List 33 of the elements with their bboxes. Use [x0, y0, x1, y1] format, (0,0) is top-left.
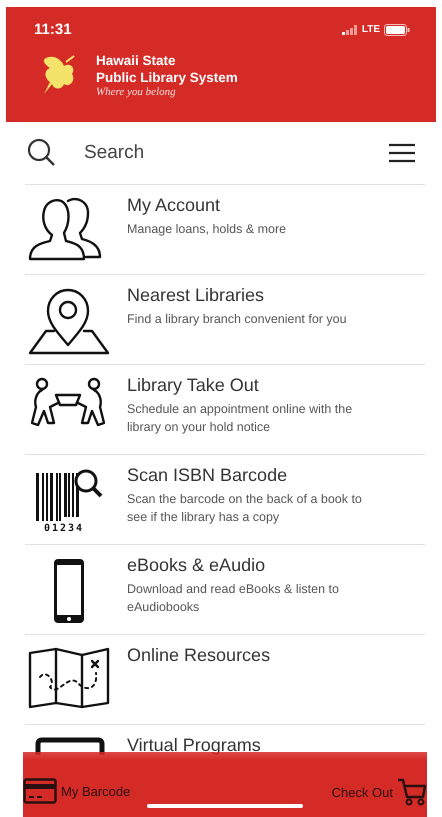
screen-icon — [35, 737, 105, 755]
menu-item-title: Nearest Libraries — [127, 285, 266, 306]
menu-item-title: Virtual Programs — [127, 735, 261, 756]
menu-item[interactable]: Online Resources — [25, 634, 425, 724]
tagline: Where you belong — [96, 86, 177, 98]
network-label: LTE — [362, 24, 380, 35]
menu-item-description: Manage loans, holds & more — [127, 221, 286, 238]
signal-icon — [342, 24, 358, 34]
check-out-button[interactable]: Check Out — [332, 778, 427, 806]
battery-icon — [384, 24, 410, 36]
menu-item-description: Find a library branch convenient for you — [127, 311, 347, 328]
menu-item-title: eBooks & eAudio — [127, 555, 266, 576]
cart-icon — [397, 778, 427, 806]
menu-item[interactable]: Library Take Out Schedule an appointment online with the library on your hold notice — [25, 364, 425, 454]
menu-item[interactable]: Nearest Libraries Find a library branch convenient for you — [25, 274, 425, 364]
menu-item[interactable]: My Account Manage loans, holds & more — [25, 184, 425, 274]
library-name: Hawaii State Public Library System — [96, 52, 238, 86]
menu-item[interactable]: 01234 Scan ISBN Barcode Scan the barcode on the back of a book to see if the library has a copy — [25, 454, 425, 544]
menu-item-title: Online Resources — [127, 645, 270, 666]
menu-item-title: My Account — [127, 195, 222, 216]
status-time: 11:31 — [34, 21, 72, 38]
menu-item[interactable]: eBooks & eAudio Download and read eBooks & listen to eAudiobooks — [25, 544, 425, 634]
search-field[interactable]: Search — [82, 141, 388, 165]
card-icon — [23, 778, 57, 804]
my-barcode-button[interactable]: My Barcode — [23, 778, 130, 804]
menu-item-title: Library Take Out — [127, 375, 260, 396]
menu-item-description: Download and read eBooks & listen to eAudiobooks — [127, 581, 340, 616]
menu-item-description: Scan the barcode on the back of a book to see if the library has a copy — [127, 491, 363, 526]
menu-item-description: Schedule an appointment online with the library on your hold notice — [127, 401, 354, 436]
menu-item-title: Scan ISBN Barcode — [127, 465, 288, 486]
menu-icon[interactable] — [388, 143, 416, 163]
treasure-map-icon — [28, 647, 112, 709]
map-pin-icon — [28, 287, 112, 355]
